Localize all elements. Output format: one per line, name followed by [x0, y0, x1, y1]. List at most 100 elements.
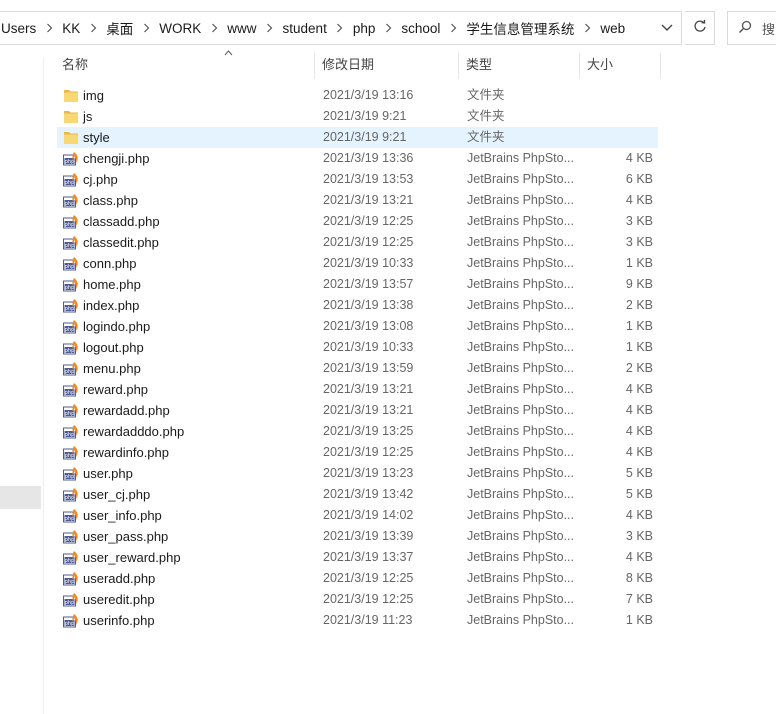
- folder-row[interactable]: style 2021/3/19 9:21 文件夹: [57, 127, 658, 148]
- svg-text:php: php: [65, 264, 75, 270]
- file-row[interactable]: php menu.php 2021/3/19 13:59 JetBrains PhpS…: [57, 358, 658, 379]
- file-row[interactable]: php logout.php 2021/3/19 10:33 JetBrains Ph…: [57, 337, 658, 358]
- phpstorm-file-icon: php: [63, 403, 79, 418]
- svg-text:php: php: [65, 222, 75, 228]
- file-row[interactable]: php useredit.php 2021/3/19 12:25 JetBrains …: [57, 589, 658, 610]
- file-row[interactable]: php classedit.php 2021/3/19 12:25 JetBrains…: [57, 232, 658, 253]
- file-row[interactable]: php logindo.php 2021/3/19 13:08 JetBrains P…: [57, 316, 658, 337]
- file-size: 4 KB: [625, 193, 653, 207]
- refresh-button[interactable]: [685, 11, 715, 45]
- file-row[interactable]: php index.php 2021/3/19 13:38 JetBrains Php…: [57, 295, 658, 316]
- file-row[interactable]: php user_info.php 2021/3/19 14:02 JetBrains…: [57, 505, 658, 526]
- column-divider[interactable]: [314, 53, 315, 79]
- svg-text:php: php: [65, 432, 75, 438]
- svg-text:php: php: [65, 411, 75, 417]
- file-row[interactable]: php userinfo.php 2021/3/19 11:23 JetBrains …: [57, 610, 658, 631]
- file-type: JetBrains PhpSto...: [467, 445, 575, 459]
- search-placeholder: 搜: [762, 21, 776, 37]
- chevron-right-icon[interactable]: [259, 21, 281, 36]
- chevron-right-icon[interactable]: [135, 21, 157, 36]
- breadcrumb-item[interactable]: www: [225, 21, 258, 36]
- svg-text:php: php: [65, 201, 75, 207]
- column-divider[interactable]: [660, 53, 661, 79]
- chevron-right-icon[interactable]: [442, 21, 464, 36]
- address-bar[interactable]: Users KK 桌面 WORK www student php school 学生信息管理系统…: [0, 11, 682, 45]
- breadcrumb-item[interactable]: KK: [60, 21, 82, 36]
- svg-text:php: php: [65, 621, 75, 627]
- file-size: 7 KB: [625, 592, 653, 606]
- phpstorm-file-icon: php: [63, 466, 79, 481]
- file-size: 4 KB: [625, 403, 653, 417]
- column-type[interactable]: 类型: [466, 50, 492, 80]
- phpstorm-file-icon: php: [63, 319, 79, 334]
- file-size: 4 KB: [625, 151, 653, 165]
- file-row[interactable]: php chengji.php 2021/3/19 13:36 JetBrains P…: [57, 148, 658, 169]
- file-type: JetBrains PhpSto...: [467, 277, 575, 291]
- file-row[interactable]: php user_cj.php 2021/3/19 13:42 JetBrains P…: [57, 484, 658, 505]
- file-row[interactable]: php reward.php 2021/3/19 13:21 JetBrains Ph…: [57, 379, 658, 400]
- column-divider[interactable]: [579, 53, 580, 79]
- phpstorm-file-icon: php: [63, 571, 79, 586]
- file-row[interactable]: php home.php 2021/3/19 13:57 JetBrains PhpS…: [57, 274, 658, 295]
- breadcrumb-item[interactable]: school: [399, 21, 442, 36]
- breadcrumb-item[interactable]: Users: [0, 21, 38, 36]
- file-type: JetBrains PhpSto...: [467, 340, 575, 354]
- file-row[interactable]: php useradd.php 2021/3/19 12:25 JetBrains P…: [57, 568, 658, 589]
- chevron-down-icon[interactable]: [653, 12, 681, 44]
- file-row[interactable]: php class.php 2021/3/19 13:21 JetBrains Php…: [57, 190, 658, 211]
- breadcrumb-item[interactable]: WORK: [157, 21, 203, 36]
- breadcrumb-item[interactable]: web: [598, 21, 627, 36]
- column-date[interactable]: 修改日期: [322, 50, 374, 80]
- file-row[interactable]: php classadd.php 2021/3/19 12:25 JetBrains …: [57, 211, 658, 232]
- breadcrumb-item[interactable]: 学生信息管理系统: [464, 18, 576, 38]
- file-date: 2021/3/19 13:21: [323, 193, 414, 207]
- chevron-right-icon[interactable]: [329, 21, 351, 36]
- file-row[interactable]: php rewardadd.php 2021/3/19 13:21 JetBrains…: [57, 400, 658, 421]
- file-row[interactable]: php rewardinfo.php 2021/3/19 12:25 JetBrain…: [57, 442, 658, 463]
- folder-row[interactable]: img 2021/3/19 13:16 文件夹: [57, 85, 658, 106]
- folder-row[interactable]: js 2021/3/19 9:21 文件夹: [57, 106, 658, 127]
- phpstorm-file-icon: php: [63, 340, 79, 355]
- file-name: menu.php: [83, 361, 141, 376]
- chevron-right-icon[interactable]: [203, 21, 225, 36]
- file-name: classadd.php: [83, 214, 160, 229]
- chevron-right-icon[interactable]: [82, 21, 104, 36]
- file-row[interactable]: php user_reward.php 2021/3/19 13:37 JetBrai…: [57, 547, 658, 568]
- file-type: JetBrains PhpSto...: [467, 193, 575, 207]
- file-type: JetBrains PhpSto...: [467, 256, 575, 270]
- file-row[interactable]: php user_pass.php 2021/3/19 13:39 JetBrains…: [57, 526, 658, 547]
- column-name[interactable]: 名称: [62, 50, 88, 80]
- breadcrumb-item[interactable]: student: [281, 21, 329, 36]
- svg-text:php: php: [65, 453, 75, 459]
- file-row[interactable]: php cj.php 2021/3/19 13:53 JetBrains PhpSto…: [57, 169, 658, 190]
- file-row[interactable]: php user.php 2021/3/19 13:23 JetBrains PhpS…: [57, 463, 658, 484]
- file-type: JetBrains PhpSto...: [467, 403, 575, 417]
- chevron-right-icon[interactable]: [576, 21, 598, 36]
- breadcrumb-item[interactable]: 桌面: [104, 18, 135, 38]
- column-size[interactable]: 大小: [587, 50, 613, 80]
- file-date: 2021/3/19 13:59: [323, 361, 414, 375]
- column-divider[interactable]: [458, 53, 459, 79]
- column-header: 名称 修改日期 类型 大小: [44, 50, 664, 80]
- file-row[interactable]: php rewardadddo.php 2021/3/19 13:25 JetBrai…: [57, 421, 658, 442]
- chevron-right-icon[interactable]: [38, 21, 60, 36]
- breadcrumb-item[interactable]: php: [351, 21, 378, 36]
- file-date: 2021/3/19 10:33: [323, 256, 414, 270]
- file-name: userinfo.php: [83, 613, 155, 628]
- navigation-pane-selected-item[interactable]: [0, 486, 41, 509]
- search-box[interactable]: 搜: [727, 11, 776, 45]
- breadcrumb: Users KK 桌面 WORK www student php school 学生信息管理系统…: [0, 12, 627, 44]
- chevron-right-icon[interactable]: [377, 21, 399, 36]
- file-name: logindo.php: [83, 319, 151, 334]
- file-name: style: [83, 130, 110, 145]
- phpstorm-file-icon: php: [63, 613, 79, 628]
- file-row[interactable]: php conn.php 2021/3/19 10:33 JetBrains PhpS…: [57, 253, 658, 274]
- file-size: 5 KB: [625, 487, 653, 501]
- file-name: user_info.php: [83, 508, 162, 523]
- svg-text:php: php: [65, 306, 75, 312]
- file-date: 2021/3/19 11:23: [323, 613, 413, 627]
- svg-text:php: php: [65, 558, 75, 564]
- file-name: reward.php: [83, 382, 149, 397]
- file-type: 文件夹: [467, 88, 505, 102]
- folder-icon: [63, 88, 79, 103]
